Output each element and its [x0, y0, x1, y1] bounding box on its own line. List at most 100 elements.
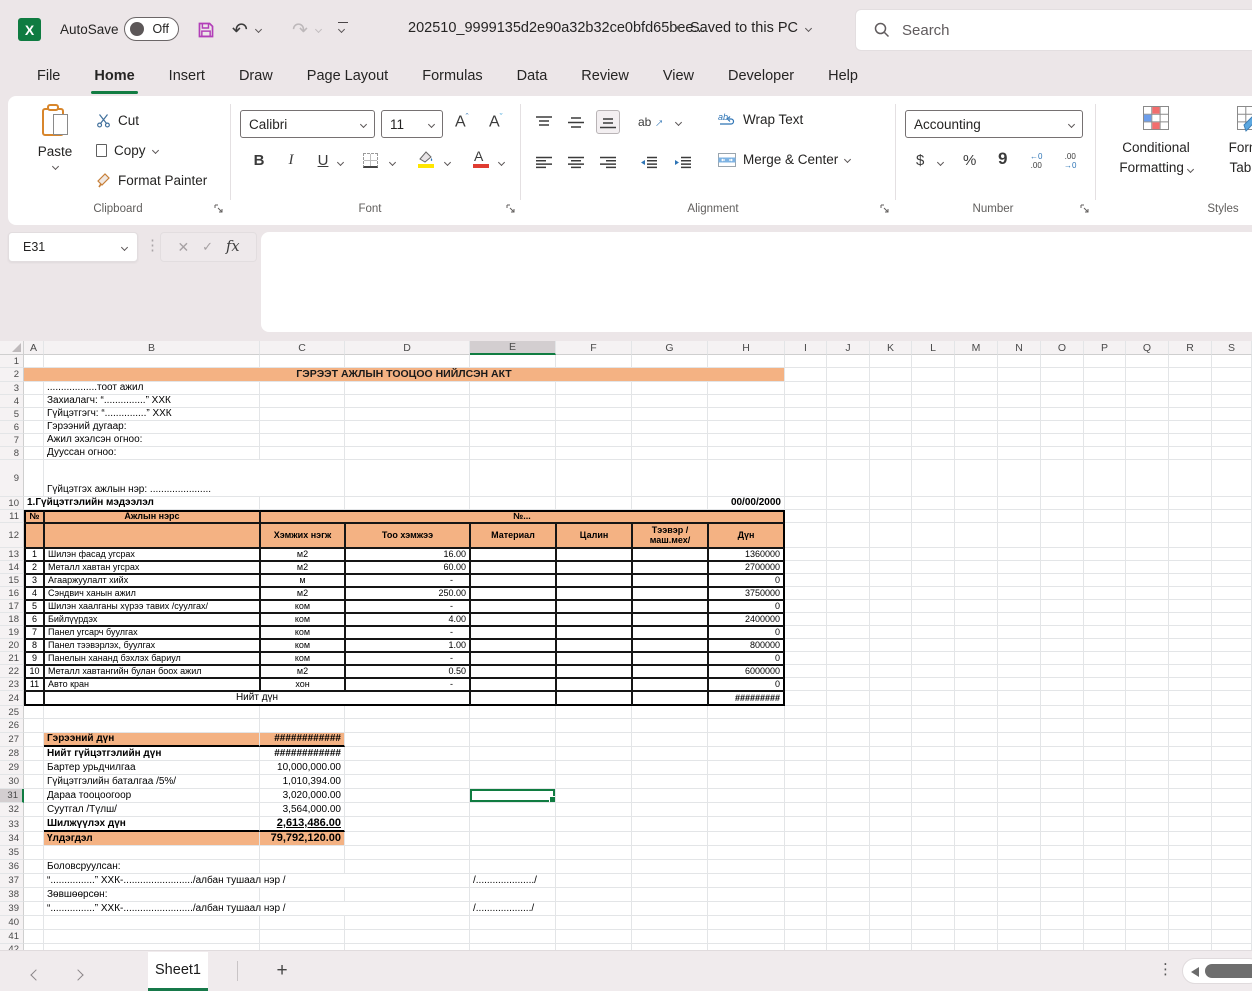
cell-K34[interactable]	[870, 832, 912, 846]
row-header-3[interactable]: 3	[0, 382, 24, 395]
cell-R7[interactable]	[1169, 434, 1212, 447]
cell-F14[interactable]	[556, 561, 632, 574]
cell-H29[interactable]	[708, 761, 785, 775]
cell-D1[interactable]	[345, 355, 470, 368]
cell-S30[interactable]	[1212, 775, 1252, 789]
cell-S13[interactable]	[1212, 548, 1252, 561]
cell-D33[interactable]	[345, 817, 470, 832]
cell-K35[interactable]	[870, 846, 912, 860]
cell-A30[interactable]	[24, 775, 44, 789]
cell-N35[interactable]	[998, 846, 1041, 860]
cell-D29[interactable]	[345, 761, 470, 775]
cell-O15[interactable]	[1041, 574, 1084, 587]
cell-S25[interactable]	[1212, 706, 1252, 719]
cell-N17[interactable]	[998, 600, 1041, 613]
cell-M35[interactable]	[955, 846, 998, 860]
menu-tab-page-layout[interactable]: Page Layout	[290, 60, 405, 94]
cell-Q32[interactable]	[1126, 803, 1169, 817]
cell-F26[interactable]	[556, 719, 632, 733]
cell-G32[interactable]	[632, 803, 708, 817]
row-header-17[interactable]: 17	[0, 600, 24, 613]
cell-L33[interactable]	[912, 817, 955, 832]
cell-L6[interactable]	[912, 421, 955, 434]
cell-N36[interactable]	[998, 860, 1041, 874]
cell-S10[interactable]	[1212, 497, 1252, 510]
row-header-38[interactable]: 38	[0, 888, 24, 902]
cell-I23[interactable]	[785, 678, 827, 691]
cell-N16[interactable]	[998, 587, 1041, 600]
cell-E29[interactable]	[470, 761, 556, 775]
cell-K3[interactable]	[870, 382, 912, 395]
cell-M30[interactable]	[955, 775, 998, 789]
cell-N5[interactable]	[998, 408, 1041, 421]
cell-L23[interactable]	[912, 678, 955, 691]
cell-K20[interactable]	[870, 639, 912, 652]
excel-app-icon[interactable]: X	[18, 18, 41, 41]
cell-I10[interactable]	[785, 497, 827, 510]
row-header-22[interactable]: 22	[0, 665, 24, 678]
row-header-19[interactable]: 19	[0, 626, 24, 639]
cell-H33[interactable]	[708, 817, 785, 832]
cell-P33[interactable]	[1084, 817, 1126, 832]
cell-I34[interactable]	[785, 832, 827, 846]
cell-J28[interactable]	[827, 747, 870, 761]
cell-S15[interactable]	[1212, 574, 1252, 587]
cell-G35[interactable]	[632, 846, 708, 860]
cell-P36[interactable]	[1084, 860, 1126, 874]
cell-B29[interactable]: Бартер урьдчилгаа	[44, 761, 260, 775]
cell-I15[interactable]	[785, 574, 827, 587]
cell-N26[interactable]	[998, 719, 1041, 733]
merge-center-button[interactable]: Merge & Center	[718, 152, 850, 167]
cell-M36[interactable]	[955, 860, 998, 874]
cell-N18[interactable]	[998, 613, 1041, 626]
cell-K7[interactable]	[870, 434, 912, 447]
cell-A8[interactable]	[24, 447, 44, 460]
cell-I22[interactable]	[785, 665, 827, 678]
cell-F21[interactable]	[556, 652, 632, 665]
cell-I14[interactable]	[785, 561, 827, 574]
cell-H35[interactable]	[708, 846, 785, 860]
cell-B28[interactable]: Нийт гүйцэтгэлийн дүн	[44, 747, 260, 761]
align-right-button[interactable]	[596, 150, 620, 174]
cell-H24[interactable]: #########	[708, 691, 785, 706]
cell-P28[interactable]	[1084, 747, 1126, 761]
cell-J34[interactable]	[827, 832, 870, 846]
font-size-combo[interactable]: 11	[381, 110, 443, 138]
cell-P7[interactable]	[1084, 434, 1126, 447]
cell-D27[interactable]	[345, 733, 470, 747]
cell-S8[interactable]	[1212, 447, 1252, 460]
cell-G19[interactable]	[632, 626, 708, 639]
cell-S32[interactable]	[1212, 803, 1252, 817]
cell-A31[interactable]	[24, 789, 44, 803]
cell-E36[interactable]	[470, 860, 556, 874]
cell-M1[interactable]	[955, 355, 998, 368]
cell-O24[interactable]	[1041, 691, 1084, 706]
cell-F17[interactable]	[556, 600, 632, 613]
row-header-11[interactable]: 11	[0, 510, 24, 523]
cell-B4[interactable]: Захиалагч: “...............” ХХК	[44, 395, 260, 408]
cell-B6[interactable]: Гэрээний дугаар:	[44, 421, 260, 434]
cell-H20[interactable]: 800000	[708, 639, 785, 652]
cell-B32[interactable]: Суутгал /Түлш/	[44, 803, 260, 817]
cell-F19[interactable]	[556, 626, 632, 639]
cell-D4[interactable]	[345, 395, 470, 408]
cell-O38[interactable]	[1041, 888, 1084, 902]
cell-P2[interactable]	[1084, 368, 1126, 382]
cell-R24[interactable]	[1169, 691, 1212, 706]
cell-L2[interactable]	[912, 368, 955, 382]
menu-tab-insert[interactable]: Insert	[152, 60, 222, 94]
cell-M38[interactable]	[955, 888, 998, 902]
cell-E25[interactable]	[470, 706, 556, 719]
cell-K12[interactable]	[870, 523, 912, 548]
cell-C6[interactable]	[260, 421, 345, 434]
cell-L17[interactable]	[912, 600, 955, 613]
cell-S2[interactable]	[1212, 368, 1252, 382]
cell-A4[interactable]	[24, 395, 44, 408]
column-header-F[interactable]: F	[556, 341, 632, 355]
cell-L26[interactable]	[912, 719, 955, 733]
cell-K13[interactable]	[870, 548, 912, 561]
cell-I1[interactable]	[785, 355, 827, 368]
cell-I40[interactable]	[785, 916, 827, 930]
cell-A22[interactable]: 10	[24, 665, 44, 678]
cell-F24[interactable]	[556, 691, 632, 706]
